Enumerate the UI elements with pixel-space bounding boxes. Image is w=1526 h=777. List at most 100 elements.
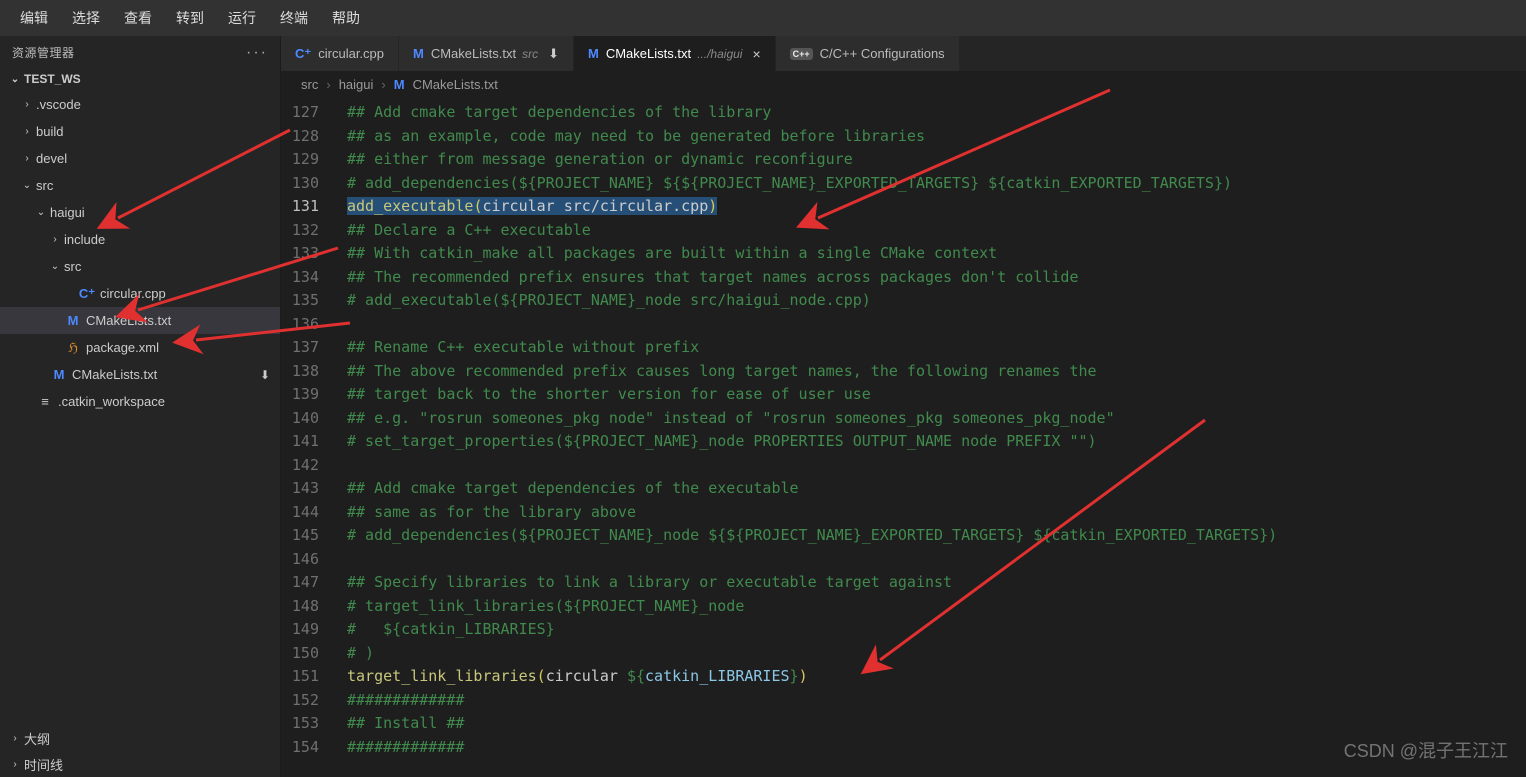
code-line-148[interactable]: 148# target_link_libraries(${PROJECT_NAM… — [281, 595, 1526, 619]
code-line-135[interactable]: 135# add_executable(${PROJECT_NAME}_node… — [281, 289, 1526, 313]
code-line-129[interactable]: 129## either from message generation or … — [281, 148, 1526, 172]
gutter: 128 — [281, 125, 337, 149]
gutter: 151 — [281, 665, 337, 689]
sidebar: 资源管理器 ··· ⌄ TEST_WS ›.vscode›build›devel… — [0, 36, 281, 777]
tree-item-CMakeLists-txt[interactable]: MCMakeLists.txt⬇ — [0, 361, 280, 388]
tab-circular-cpp[interactable]: C⁺circular.cpp — [281, 36, 399, 71]
code-line-151[interactable]: 151target_link_libraries(circular ${catk… — [281, 665, 1526, 689]
code-line-150[interactable]: 150# ) — [281, 642, 1526, 666]
code-line-141[interactable]: 141# set_target_properties(${PROJECT_NAM… — [281, 430, 1526, 454]
tree-item-haigui[interactable]: ⌄haigui — [0, 199, 280, 226]
tree-item-src[interactable]: ⌄src — [0, 172, 280, 199]
code-text: ## Install ## — [337, 712, 464, 736]
code-text: ## e.g. "rosrun someones_pkg node" inste… — [337, 407, 1115, 431]
menu-运行[interactable]: 运行 — [216, 8, 268, 28]
item-label: include — [64, 232, 280, 247]
code-text: ## Declare a C++ executable — [337, 219, 591, 243]
crumb-CMakeLists.txt: CMakeLists.txt — [409, 77, 502, 92]
code-line-147[interactable]: 147## Specify libraries to link a librar… — [281, 571, 1526, 595]
workspace-root[interactable]: ⌄ TEST_WS — [0, 69, 280, 89]
gutter: 140 — [281, 407, 337, 431]
code-text: target_link_libraries(circular ${catkin_… — [337, 665, 808, 689]
tree-item-devel[interactable]: ›devel — [0, 145, 280, 172]
code-text: # set_target_properties(${PROJECT_NAME}_… — [337, 430, 1097, 454]
code-line-142[interactable]: 142 — [281, 454, 1526, 478]
chevron-icon: › — [48, 234, 62, 245]
code-line-137[interactable]: 137## Rename C++ executable without pref… — [281, 336, 1526, 360]
tree-item--vscode[interactable]: ›.vscode — [0, 91, 280, 118]
code-text: ## Specify libraries to link a library o… — [337, 571, 952, 595]
code-line-146[interactable]: 146 — [281, 548, 1526, 572]
code-text: # ${catkin_LIBRARIES} — [337, 618, 555, 642]
code-line-132[interactable]: 132## Declare a C++ executable — [281, 219, 1526, 243]
code-line-127[interactable]: 127## Add cmake target dependencies of t… — [281, 101, 1526, 125]
tab-CMakeLists-txt[interactable]: MCMakeLists.txtsrc⬇ — [399, 36, 574, 71]
menubar: 编辑选择查看转到运行终端帮助 — [0, 0, 1526, 36]
editor-area: C⁺circular.cppMCMakeLists.txtsrc⬇MCMakeL… — [281, 36, 1526, 777]
code-editor[interactable]: 127## Add cmake target dependencies of t… — [281, 97, 1526, 777]
code-line-152[interactable]: 152############# — [281, 689, 1526, 713]
close-icon[interactable]: × — [752, 46, 760, 62]
gutter: 143 — [281, 477, 337, 501]
more-icon[interactable]: ··· — [246, 44, 268, 62]
code-text: # target_link_libraries(${PROJECT_NAME}_… — [337, 595, 744, 619]
code-line-134[interactable]: 134## The recommended prefix ensures tha… — [281, 266, 1526, 290]
tree-item-circular-cpp[interactable]: C⁺circular.cpp — [0, 280, 280, 307]
code-line-130[interactable]: 130# add_dependencies(${PROJECT_NAME} ${… — [281, 172, 1526, 196]
timeline-section[interactable]: › 时间线 — [0, 751, 280, 777]
item-label: .catkin_workspace — [58, 394, 280, 409]
gutter: 139 — [281, 383, 337, 407]
gutter: 130 — [281, 172, 337, 196]
tree-item-include[interactable]: ›include — [0, 226, 280, 253]
code-text: ############# — [337, 689, 464, 713]
menu-选择[interactable]: 选择 — [60, 8, 112, 28]
code-line-131[interactable]: 131add_executable(circular src/circular.… — [281, 195, 1526, 219]
chevron-icon: ⌄ — [20, 180, 34, 191]
code-line-143[interactable]: 143## Add cmake target dependencies of t… — [281, 477, 1526, 501]
gutter: 129 — [281, 148, 337, 172]
item-label: devel — [36, 151, 280, 166]
gutter: 148 — [281, 595, 337, 619]
chevron-icon: › — [20, 153, 34, 164]
rss-icon: ℌ — [64, 340, 82, 356]
code-line-144[interactable]: 144## same as for the library above — [281, 501, 1526, 525]
tree-item-package-xml[interactable]: ℌpackage.xml — [0, 334, 280, 361]
code-line-136[interactable]: 136 — [281, 313, 1526, 337]
code-line-154[interactable]: 154############# — [281, 736, 1526, 760]
code-text: ## The above recommended prefix causes l… — [337, 360, 1097, 384]
menu-帮助[interactable]: 帮助 — [320, 8, 372, 28]
menu-终端[interactable]: 终端 — [268, 8, 320, 28]
gutter: 142 — [281, 454, 337, 478]
gutter: 137 — [281, 336, 337, 360]
code-line-138[interactable]: 138## The above recommended prefix cause… — [281, 360, 1526, 384]
code-line-153[interactable]: 153## Install ## — [281, 712, 1526, 736]
tree-item-src[interactable]: ⌄src — [0, 253, 280, 280]
item-label: circular.cpp — [100, 286, 280, 301]
code-line-149[interactable]: 149# ${catkin_LIBRARIES} — [281, 618, 1526, 642]
tree-item--catkin_workspace[interactable]: ≡.catkin_workspace — [0, 388, 280, 415]
gutter: 127 — [281, 101, 337, 125]
chevron-icon: ⌄ — [34, 207, 48, 218]
code-line-139[interactable]: 139## target back to the shorter version… — [281, 383, 1526, 407]
m-icon: M — [50, 367, 68, 382]
code-line-145[interactable]: 145# add_dependencies(${PROJECT_NAME}_no… — [281, 524, 1526, 548]
chevron-icon: › — [20, 99, 34, 110]
outline-label: 大纲 — [24, 729, 50, 748]
menu-查看[interactable]: 查看 — [112, 8, 164, 28]
tree-item-CMakeLists-txt[interactable]: MCMakeLists.txt — [0, 307, 280, 334]
outline-section[interactable]: › 大纲 — [0, 725, 280, 751]
code-line-133[interactable]: 133## With catkin_make all packages are … — [281, 242, 1526, 266]
gutter: 153 — [281, 712, 337, 736]
code-line-128[interactable]: 128## as an example, code may need to be… — [281, 125, 1526, 149]
code-text: ## Rename C++ executable without prefix — [337, 336, 699, 360]
menu-编辑[interactable]: 编辑 — [8, 8, 60, 28]
code-line-140[interactable]: 140## e.g. "rosrun someones_pkg node" in… — [281, 407, 1526, 431]
tree-item-build[interactable]: ›build — [0, 118, 280, 145]
tab-C-C-Configurations[interactable]: C++C/C++ Configurations — [776, 36, 960, 71]
editor-tabs: C⁺circular.cppMCMakeLists.txtsrc⬇MCMakeL… — [281, 36, 1526, 71]
chevron-icon: › — [20, 126, 34, 137]
menu-转到[interactable]: 转到 — [164, 8, 216, 28]
breadcrumb[interactable]: src›haigui›MCMakeLists.txt — [281, 71, 1526, 97]
crumb-haigui: haigui — [335, 77, 378, 92]
tab-CMakeLists-txt[interactable]: MCMakeLists.txt.../haigui× — [574, 36, 776, 71]
